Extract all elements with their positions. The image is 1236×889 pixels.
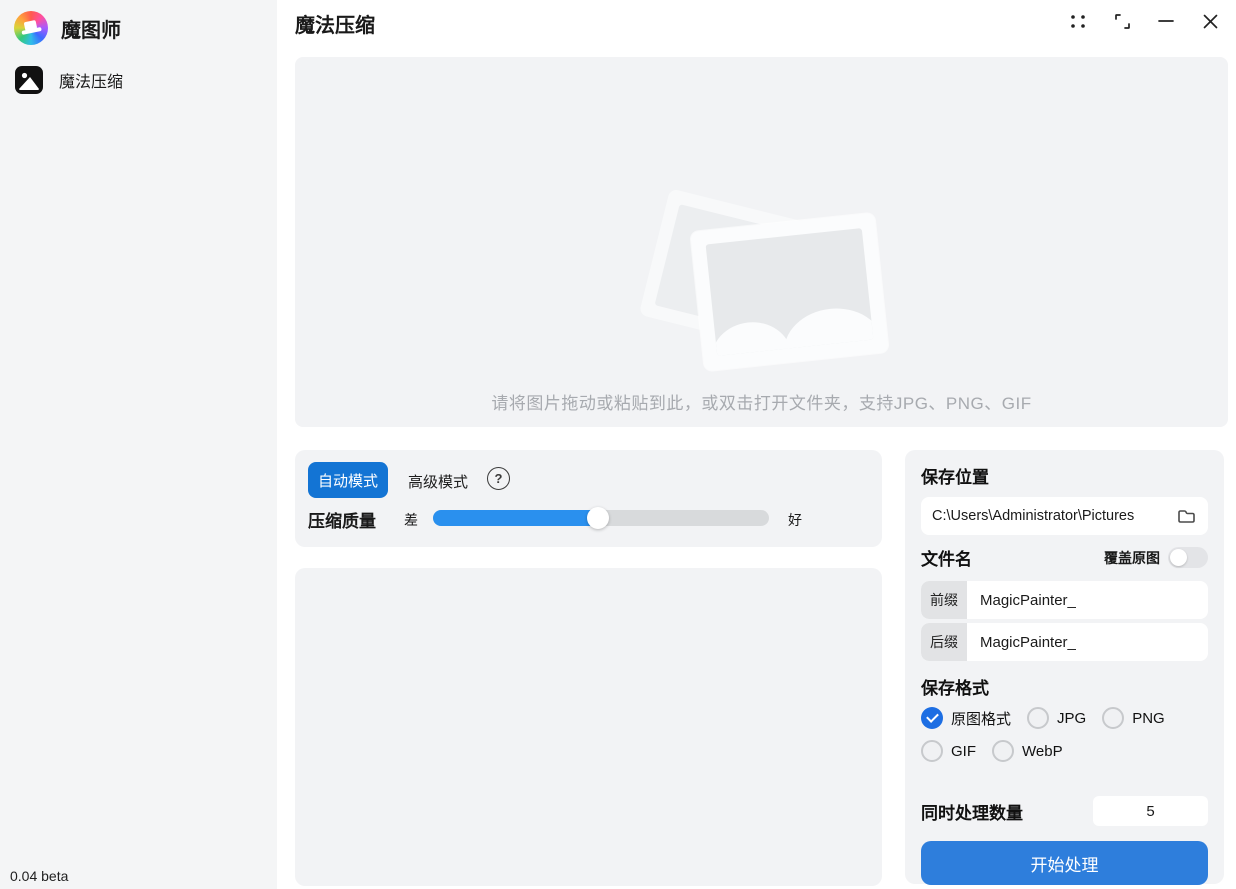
dropzone-hint: 请将图片拖动或粘贴到此，或双击打开文件夹，支持JPG、PNG、GIF <box>295 389 1228 414</box>
sidebar: 魔图师 魔法压缩 0.04 beta <box>0 0 277 889</box>
image-dropzone[interactable]: 请将图片拖动或粘贴到此，或双击打开文件夹，支持JPG、PNG、GIF <box>295 57 1228 427</box>
suffix-tag: 后缀 <box>921 623 967 661</box>
format-option-original[interactable]: 原图格式 <box>921 707 1011 729</box>
page-title: 魔法压缩 <box>295 9 375 38</box>
save-location-box <box>921 497 1208 535</box>
format-option-gif[interactable]: GIF <box>921 740 976 762</box>
app-logo-icon <box>14 11 48 45</box>
advanced-mode-tab[interactable]: 高级模式 <box>408 471 468 492</box>
quality-low-label: 差 <box>404 510 418 530</box>
concurrency-input[interactable] <box>1093 796 1208 826</box>
sidebar-item-label: 魔法压缩 <box>59 68 123 92</box>
photo-placeholder-icon <box>642 197 882 377</box>
save-location-input[interactable] <box>932 508 1176 524</box>
quality-slider-fill <box>433 510 598 526</box>
compress-settings-panel: 自动模式 高级模式 ? 压缩质量 差 好 <box>295 450 882 547</box>
radio-icon[interactable] <box>1102 707 1124 729</box>
minimize-icon[interactable] <box>1155 10 1177 32</box>
quality-slider-knob[interactable] <box>587 507 609 529</box>
suffix-input[interactable] <box>967 623 1208 661</box>
image-icon <box>14 65 44 95</box>
concurrency-label: 同时处理数量 <box>921 799 1023 824</box>
prefix-input[interactable] <box>967 581 1208 619</box>
quality-label: 压缩质量 <box>308 507 376 532</box>
app-logo-row: 魔图师 <box>14 11 121 45</box>
quality-slider[interactable] <box>433 510 769 526</box>
task-list-panel <box>295 568 882 886</box>
start-processing-button[interactable]: 开始处理 <box>921 841 1208 885</box>
save-format-label: 保存格式 <box>921 674 1208 699</box>
format-option-jpg[interactable]: JPG <box>1027 707 1086 729</box>
sidebar-item-magic-compress[interactable]: 魔法压缩 <box>14 60 262 100</box>
overwrite-toggle[interactable] <box>1168 547 1208 568</box>
format-options: 原图格式 JPG PNG GIF WebP <box>921 707 1208 762</box>
fullscreen-icon[interactable] <box>1111 10 1133 32</box>
app-window: 魔图师 魔法压缩 0.04 beta 魔法压缩 <box>0 0 1236 889</box>
auto-mode-button[interactable]: 自动模式 <box>308 462 388 498</box>
prefix-tag: 前缀 <box>921 581 967 619</box>
quality-high-label: 好 <box>788 510 802 530</box>
radio-checked-icon[interactable] <box>921 707 943 729</box>
concurrency-row: 同时处理数量 <box>921 796 1208 826</box>
radio-icon[interactable] <box>992 740 1014 762</box>
save-location-label: 保存位置 <box>921 463 1208 488</box>
save-settings-panel: 保存位置 文件名 覆盖原图 前缀 后缀 保存格式 原图格式 <box>905 450 1224 884</box>
prefix-row: 前缀 <box>921 581 1208 619</box>
format-option-webp[interactable]: WebP <box>992 740 1063 762</box>
suffix-row: 后缀 <box>921 623 1208 661</box>
dots-grid-icon[interactable] <box>1067 10 1089 32</box>
help-icon[interactable]: ? <box>487 467 510 490</box>
radio-icon[interactable] <box>1027 707 1049 729</box>
close-icon[interactable] <box>1199 10 1221 32</box>
overwrite-row: 覆盖原图 <box>1104 547 1208 568</box>
app-title: 魔图师 <box>61 14 121 43</box>
magic-hat-icon <box>20 19 42 37</box>
window-controls <box>1067 10 1221 32</box>
format-option-png[interactable]: PNG <box>1102 707 1165 729</box>
radio-icon[interactable] <box>921 740 943 762</box>
version-label: 0.04 beta <box>10 868 68 884</box>
folder-icon[interactable] <box>1176 506 1197 527</box>
overwrite-label: 覆盖原图 <box>1104 548 1160 568</box>
filename-label: 文件名 <box>921 545 972 570</box>
